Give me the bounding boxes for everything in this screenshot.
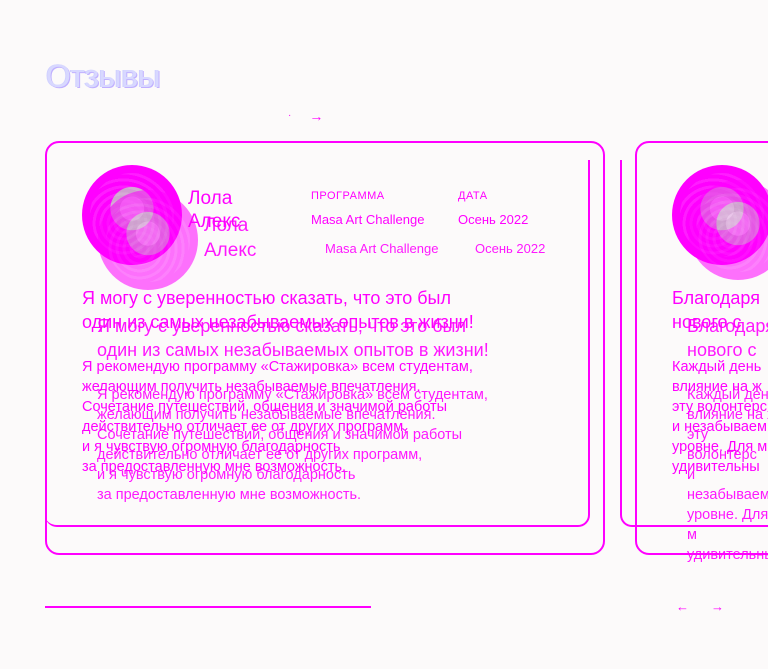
next-arrow-icon[interactable]: → <box>711 599 724 614</box>
review-line: за предоставленную мне возможность. <box>97 487 362 503</box>
review-line: желающим получить незабываемые впечатлен… <box>97 407 436 423</box>
review-line: влияние на ж <box>687 407 768 423</box>
quote-line-1: Я могу с уверенностью сказать, что это б… <box>82 288 451 308</box>
bottom-carousel-nav: ← → <box>676 599 724 614</box>
review-line: действительно отличает ее от других прог… <box>97 447 423 463</box>
program-label: ПРОГРАММА <box>311 190 385 202</box>
carousel-progress-bar <box>45 606 371 608</box>
review-line: Сочетание путешествий, общения и значимо… <box>97 427 463 443</box>
reviewer-surname-ghost: Алекс <box>204 240 257 261</box>
reviewer-name-ghost: Лола <box>204 215 249 236</box>
date-value-ghost: Осень 2022 <box>475 241 546 256</box>
program-value-ghost: Masa Art Challenge <box>325 241 439 256</box>
date-value: Осень 2022 <box>458 212 529 227</box>
review-line: Я рекомендую программу «Стажировка» всем… <box>82 359 473 375</box>
review-line: и незабываем <box>687 467 768 503</box>
prev-arrow-icon[interactable]: ← <box>676 599 689 614</box>
review-line: Каждый день <box>672 359 762 375</box>
review-line: уровне. Для м <box>687 507 768 543</box>
reviewer-name: Лола <box>188 188 233 209</box>
review-line: и я чувствую огромную благодарность <box>97 467 356 483</box>
top-carousel-nav: · → <box>288 108 323 124</box>
review-line: эту волонтерс <box>687 427 757 463</box>
quote-line-1-ghost: Я могу с уверенностью сказать, что это б… <box>97 316 466 336</box>
next-arrow-icon[interactable]: → <box>309 108 323 124</box>
review-line: Каждый день <box>687 387 768 403</box>
avatar-ghost <box>98 190 198 290</box>
review-body-ghost: Я рекомендую программу «Стажировка» всем… <box>97 385 567 505</box>
review-line: удивительны <box>687 547 768 563</box>
review-line: Я рекомендую программу «Стажировка» всем… <box>97 387 488 403</box>
section-title: Отзывы <box>46 58 161 94</box>
review-next-body-ghost: Каждый день влияние на ж эту волонтерс и… <box>687 385 768 565</box>
quote-next-line-1: Благодаря <box>672 288 760 308</box>
date-label: ДАТА <box>458 190 488 202</box>
quote-next-line-1-ghost: Благодаря <box>687 316 768 336</box>
prev-arrow-icon[interactable]: · <box>288 110 291 124</box>
program-value: Masa Art Challenge <box>311 212 425 227</box>
